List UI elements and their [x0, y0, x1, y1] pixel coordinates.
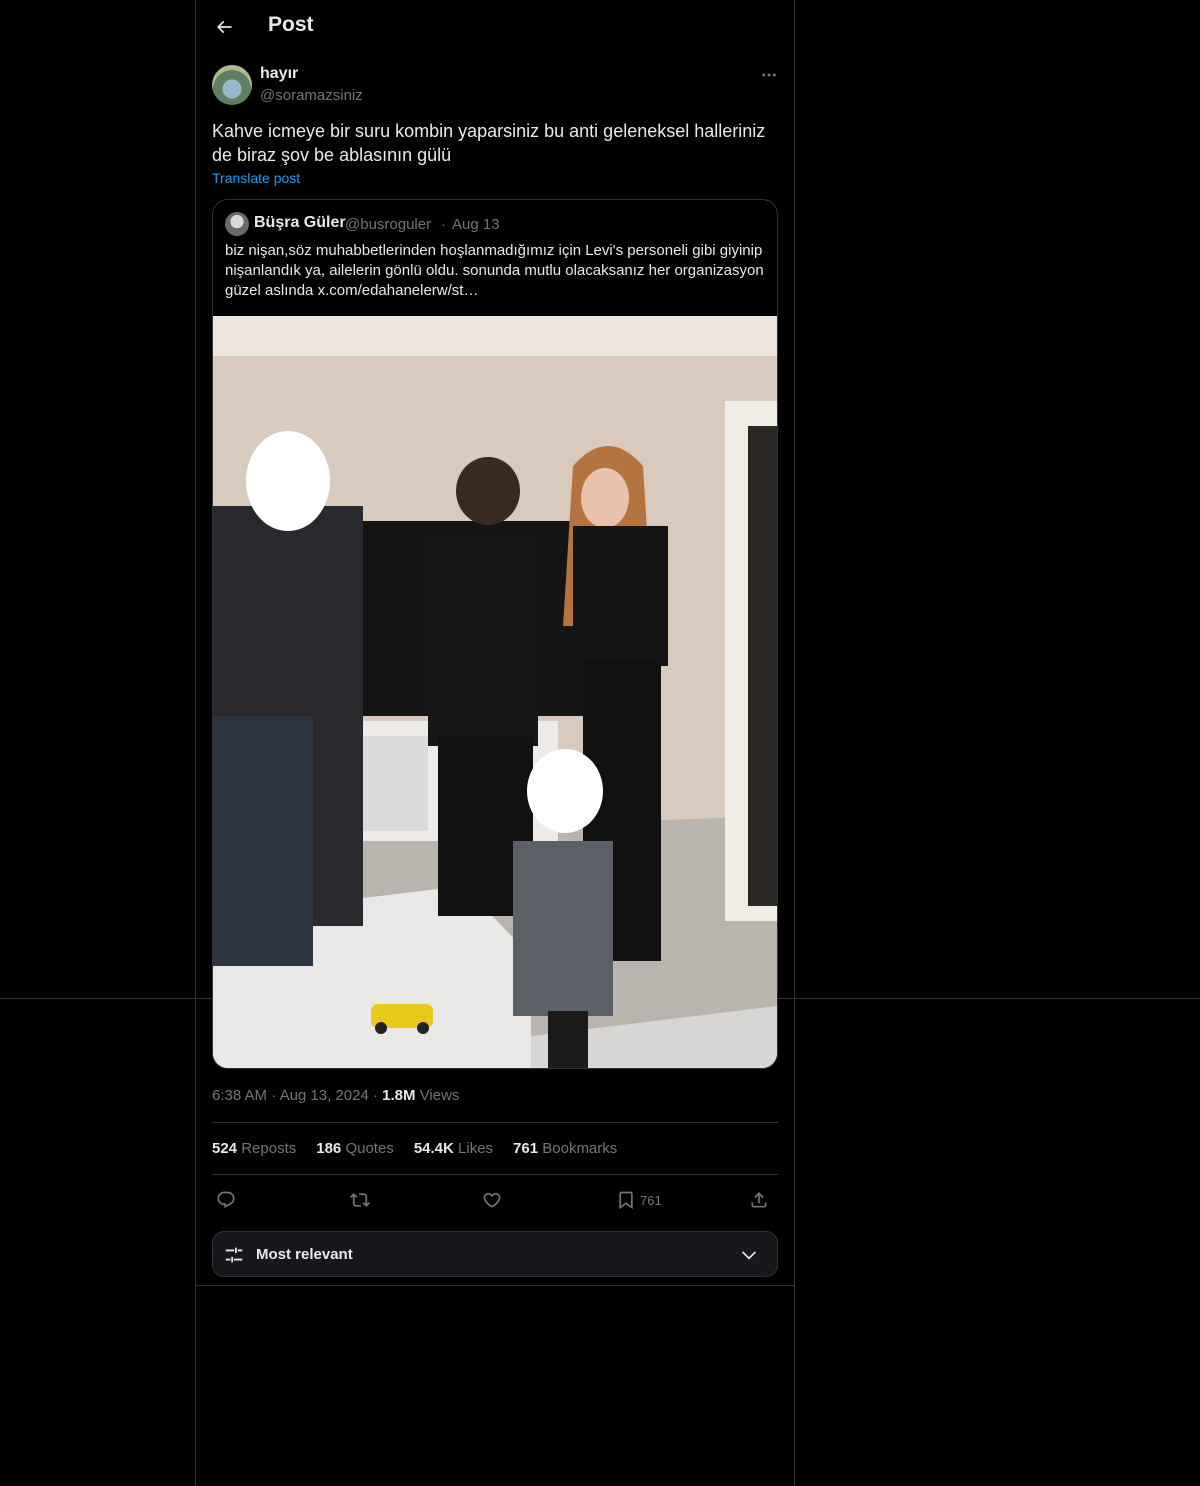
repost-button[interactable] [350, 1186, 370, 1214]
post-time[interactable]: 6:38 AM [212, 1087, 267, 1104]
action-bar: 761 [212, 1184, 778, 1216]
separator [212, 1122, 778, 1123]
bookmark-icon [619, 1191, 633, 1210]
sort-label: Most relevant [256, 1246, 353, 1263]
bookmarks-count: 761 [513, 1140, 539, 1157]
meta-separator: · [372, 1087, 383, 1104]
top-bar: Post [196, 0, 794, 54]
post-text: Kahve icmeye bir suru kombin yaparsiniz … [212, 121, 766, 165]
quotes-stat[interactable]: 186 Quotes [316, 1140, 394, 1157]
quote-author-handle: @busroguler [345, 216, 432, 233]
author-avatar[interactable] [212, 65, 252, 105]
reply-button[interactable] [216, 1186, 236, 1214]
more-icon [762, 73, 776, 77]
quote-date: Aug 13 [452, 216, 500, 233]
arrow-left-icon [216, 20, 232, 34]
chevron-down-icon [741, 1251, 757, 1260]
repost-icon [350, 1193, 370, 1207]
post-stats: 524 Reposts 186 Quotes 54.4K Likes 761 B… [212, 1140, 617, 1157]
like-button[interactable] [482, 1186, 502, 1214]
reposts-label: Reposts [241, 1140, 297, 1157]
page-title: Post [268, 13, 314, 36]
more-options-button[interactable] [756, 64, 782, 86]
likes-label: Likes [458, 1140, 494, 1157]
quote-author-avatar [225, 212, 249, 236]
likes-count: 54.4K [413, 1140, 454, 1157]
quotes-count: 186 [316, 1140, 342, 1157]
author-name[interactable]: hayır [260, 65, 298, 83]
reply-sort-dropdown[interactable]: Most relevant [212, 1231, 778, 1277]
quote-photo[interactable] [213, 316, 777, 1068]
quotes-label: Quotes [345, 1140, 394, 1157]
meta-separator: · [271, 1087, 280, 1104]
heart-icon [483, 1192, 501, 1208]
share-icon [751, 1192, 767, 1208]
likes-stat[interactable]: 54.4K Likes [414, 1140, 493, 1157]
reposts-stat[interactable]: 524 Reposts [212, 1140, 296, 1157]
views-label: Views [419, 1087, 460, 1104]
reply-icon [217, 1191, 235, 1209]
post-meta: 6:38 AM · Aug 13, 2024 · 1.8M Views [212, 1087, 459, 1104]
bookmarks-stat[interactable]: 761 Bookmarks [513, 1140, 617, 1157]
share-button[interactable] [749, 1186, 769, 1214]
bookmarks-label: Bookmarks [542, 1140, 618, 1157]
author-handle[interactable]: @soramazsiniz [260, 87, 363, 104]
translate-post-link[interactable]: Translate post [212, 170, 300, 186]
photo-illustration [213, 316, 777, 1068]
bookmark-count: 761 [640, 1192, 662, 1208]
views-count: 1.8M [382, 1087, 416, 1104]
sliders-icon [225, 1247, 243, 1263]
bookmark-button[interactable]: 761 [616, 1186, 662, 1214]
quote-text: biz nişan,söz muhabbetlerinden hoşlanmad… [225, 242, 764, 299]
separator [196, 1285, 794, 1286]
post-date[interactable]: Aug 13, 2024 [280, 1087, 369, 1104]
separator-dot: · [441, 216, 446, 233]
main-column: Post hayır @soramazsiniz Kahve icmeye bi… [195, 0, 795, 1486]
back-button[interactable] [208, 11, 240, 43]
reposts-count: 524 [212, 1140, 238, 1157]
quote-author-name: Büşra Güler [254, 214, 346, 231]
separator [212, 1174, 778, 1175]
quoted-post[interactable]: Büşra Güler @busroguler · Aug 13 biz niş… [212, 199, 778, 1069]
